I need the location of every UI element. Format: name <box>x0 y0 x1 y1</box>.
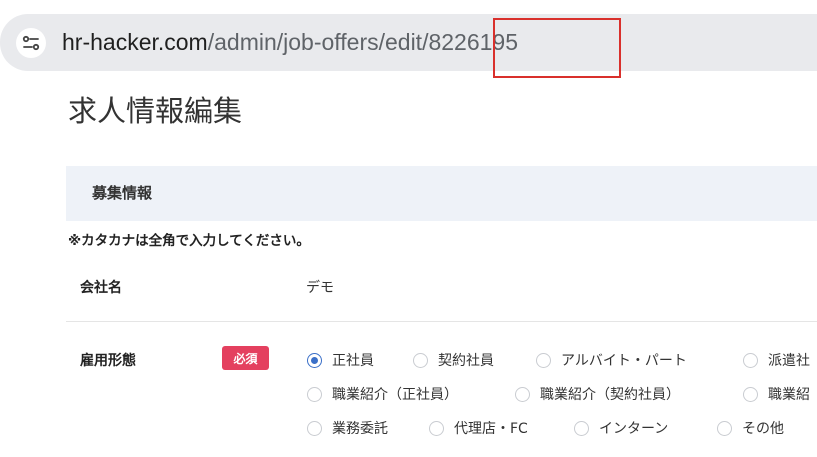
tune-icon[interactable] <box>16 28 46 58</box>
employment-option-label: 正社員 <box>332 353 374 369</box>
employment-option[interactable]: アルバイト・パート <box>536 350 687 370</box>
employment-option-label: 派遣社 <box>768 353 810 369</box>
radio-button[interactable] <box>574 420 589 436</box>
url-path: /admin/job-offers/edit/8226195 <box>207 29 519 55</box>
employment-option[interactable]: 職業紹介（契約社員） <box>515 384 680 404</box>
section-header-label: 募集情報 <box>92 184 153 202</box>
employment-option[interactable]: インターン <box>574 418 668 438</box>
employment-option-label: 代理店・FC <box>454 421 528 437</box>
radio-button[interactable] <box>307 386 322 402</box>
employment-label: 雇用形態 <box>80 353 136 369</box>
employment-option-label: 職業紹 <box>768 387 810 403</box>
employment-option[interactable]: 派遣社 <box>743 350 810 370</box>
radio-button[interactable] <box>743 386 758 402</box>
employment-option-label: その他 <box>742 421 784 437</box>
radio-button[interactable] <box>743 352 758 368</box>
employment-option[interactable]: 契約社員 <box>413 350 494 370</box>
radio-button[interactable] <box>307 420 322 436</box>
employment-option[interactable]: 正社員 <box>307 350 374 370</box>
employment-option[interactable]: 業務委託 <box>307 418 388 438</box>
company-label: 会社名 <box>80 280 122 296</box>
radio-button[interactable] <box>307 352 322 368</box>
highlight-box <box>493 18 621 78</box>
radio-button[interactable] <box>413 352 428 368</box>
employment-option[interactable]: 職業紹 <box>743 384 810 404</box>
url-host: hr-hacker.com <box>62 29 208 55</box>
employment-option[interactable]: 職業紹介（正社員） <box>307 384 458 404</box>
employment-option[interactable]: その他 <box>717 418 784 438</box>
required-badge: 必須 <box>222 346 269 370</box>
radio-button[interactable] <box>515 386 530 402</box>
divider <box>66 321 817 322</box>
employment-option[interactable]: 代理店・FC <box>429 418 528 438</box>
employment-option-label: 職業紹介（契約社員） <box>540 387 680 403</box>
page-title: 求人情報編集 <box>68 96 243 128</box>
employment-option-label: 業務委託 <box>332 421 388 437</box>
section-header: 募集情報 <box>66 166 817 221</box>
url-text[interactable]: hr-hacker.com/admin/job-offers/edit/8226… <box>62 26 518 58</box>
address-bar[interactable]: hr-hacker.com/admin/job-offers/edit/8226… <box>0 14 817 71</box>
radio-button[interactable] <box>536 352 551 368</box>
employment-option-label: 契約社員 <box>438 353 494 369</box>
employment-option-label: インターン <box>599 421 669 437</box>
employment-option-label: アルバイト・パート <box>561 353 687 369</box>
radio-button[interactable] <box>717 420 732 436</box>
company-value: デモ <box>306 280 334 296</box>
employment-option-label: 職業紹介（正社員） <box>332 387 458 403</box>
radio-button[interactable] <box>429 420 444 436</box>
katakana-note: ※カタカナは全角で入力してください。 <box>68 233 310 249</box>
